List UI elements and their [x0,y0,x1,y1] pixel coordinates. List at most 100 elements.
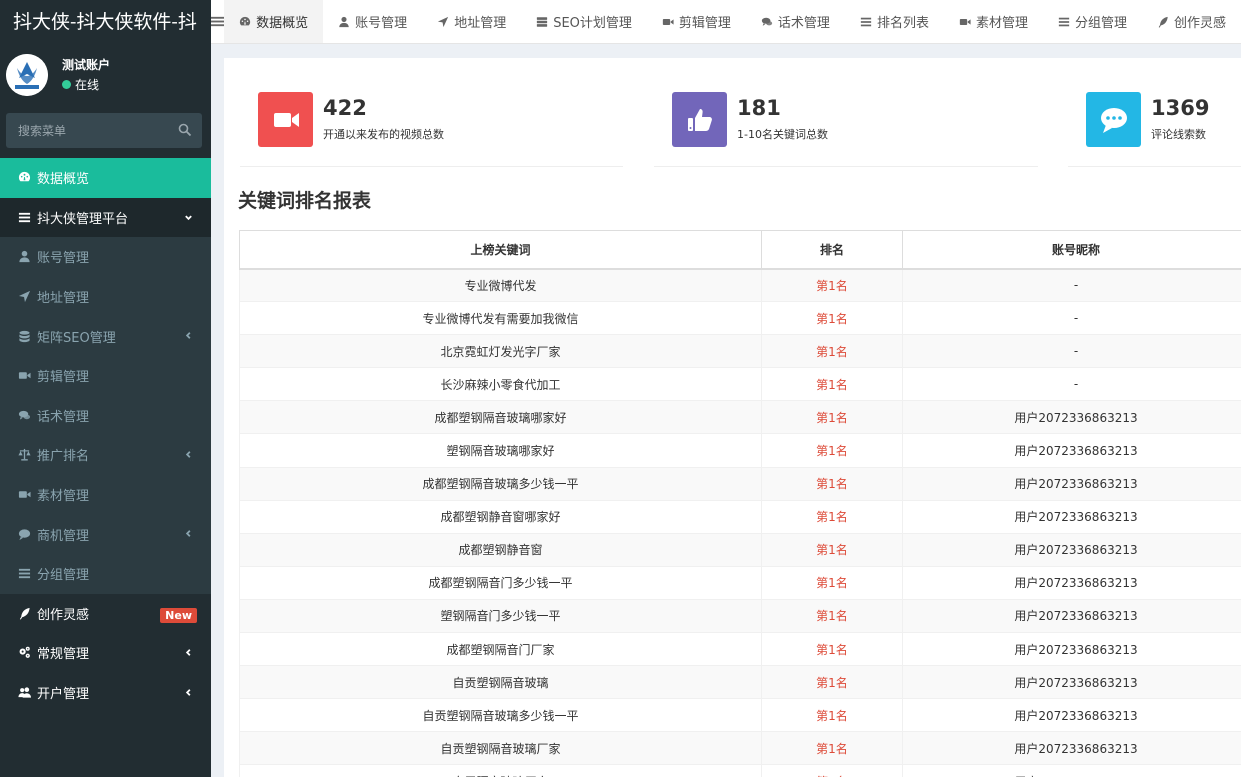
sidebar-item[interactable]: 常规管理 [0,633,211,673]
account-nickname-cell: - [902,267,1241,303]
sidebar-item[interactable]: 商机管理 [0,514,211,554]
column-header[interactable]: 排名 [761,230,903,270]
table-row[interactable]: 专业微博代发有需要加我微信 第1名 - [239,301,1241,336]
rank-cell: 第1名 [761,764,903,777]
table-row[interactable]: 塑钢隔音玻璃哪家好 第1名 用户2072336863213 [239,433,1241,468]
nav-tab[interactable]: 分组管理 [1043,0,1142,43]
account-nickname-cell: 用户2072336863213 [902,665,1241,700]
chevron-left-icon [184,686,193,696]
rank-cell: 第1名 [761,400,903,435]
sidebar-item[interactable]: 数据概览 [0,158,211,198]
nav-tab[interactable]: 创作灵感 [1142,0,1241,43]
column-header[interactable]: 上榜关键词 [239,230,762,270]
table-row[interactable]: 自贡塑钢隔音玻璃多少钱一平 第1名 用户2072336863213 [239,698,1241,733]
nav-tab-label: 账号管理 [355,16,408,31]
dashboard-icon [17,171,31,185]
table-row[interactable]: 成都塑钢隔音玻璃哪家好 第1名 用户2072336863213 [239,400,1241,435]
table-row[interactable]: 自贡塑钢隔音玻璃厂家 第1名 用户2072336863213 [239,731,1241,766]
nav-tab[interactable]: 账号管理 [323,0,422,43]
report-title: 关键词排名报表 [238,190,372,212]
menu-toggle-button[interactable] [211,0,225,43]
chevron-left-icon [184,448,193,458]
nav-tab[interactable]: SEO计划管理 [521,0,647,43]
sidebar-item[interactable]: 矩阵SEO管理 [0,316,211,356]
user-icon [338,16,355,28]
nav-tab[interactable]: 话术管理 [746,0,845,43]
top-nav: 数据概览 账号管理 地址管理 SEO计划管理 剪辑管理 话术管理 排名列表 素材管理 分组管理 创… [211,0,1241,44]
sidebar-item-label: 开户管理 [37,687,90,703]
table-row[interactable]: 成都塑钢静音窗 第1名 用户2072336863213 [239,532,1241,567]
sidebar-item[interactable]: 素材管理 [0,474,211,515]
search-input[interactable] [6,113,166,148]
rank-cell: 第1名 [761,466,903,501]
table-row[interactable]: 专业微博代发 第1名 - [239,267,1241,303]
rank-cell: 第1名 [761,499,903,534]
video-camera-icon [258,92,313,147]
sidebar-item-label: 地址管理 [37,291,90,307]
keyword-cell: 自贡隔音玻璃厂家 [239,764,762,777]
table-row[interactable]: 自贡隔音玻璃厂家第1名用户2072336863213 [239,764,1241,777]
sidebar-item[interactable]: 创作灵感 New [0,594,211,634]
keyword-cell: 成都塑钢静音窗哪家好 [239,499,762,534]
table-row[interactable]: 成都塑钢静音窗哪家好 第1名 用户2072336863213 [239,499,1241,534]
sidebar-item[interactable]: 抖大侠管理平台 [0,197,211,238]
account-nickname-cell: 用户2072336863213 [902,400,1241,435]
table-row[interactable]: 成都塑钢隔音门多少钱一平 第1名 用户2072336863213 [239,565,1241,600]
account-nickname-cell: 用户2072336863213 [902,499,1241,534]
sidebar-item[interactable]: 剪辑管理 [0,355,211,396]
new-badge: New [160,607,197,623]
search-icon[interactable] [178,123,192,137]
table-row[interactable]: 塑钢隔音门多少钱一平 第1名 用户2072336863213 [239,598,1241,634]
sidebar-item[interactable]: 开户管理 [0,673,211,713]
keyword-rank-table: 上榜关键词 排名 账号昵称 专业微博代发 第1名 - 专业微博代发有需要加我微信 第1名 - 北… [239,230,1241,777]
rank-cell: 第1名 [761,301,903,336]
stat-value: 422 [323,96,367,120]
column-header[interactable]: 账号昵称 [902,230,1241,270]
nav-tab-label: 数据概览 [256,16,309,31]
nav-tab-label: 创作灵感 [1173,16,1226,31]
location-arrow-icon [437,16,454,28]
cogs-icon [17,646,31,660]
feather-icon [1157,16,1174,28]
account-nickname-cell: 用户2072336863213 [902,532,1241,567]
keyword-cell: 自贡塑钢隔音玻璃多少钱一平 [239,698,762,733]
video-icon [662,16,679,28]
account-nickname-cell: 用户2072336863213 [902,466,1241,501]
nav-tab[interactable]: 地址管理 [422,0,521,43]
stat-value: 181 [737,96,781,120]
sidebar-item[interactable]: 分组管理 [0,553,211,594]
nav-tab-label: 地址管理 [454,16,507,31]
sidebar-item[interactable]: 地址管理 [0,276,211,317]
stat-card: 1369 评论线索数 [1086,92,1236,148]
sidebar-item[interactable]: 推广排名 [0,435,211,475]
avatar[interactable] [6,54,48,96]
sidebar-item[interactable]: 话术管理 [0,395,211,436]
nav-tab[interactable]: 素材管理 [944,0,1043,43]
table-row[interactable]: 北京霓虹灯发光字厂家 第1名 - [239,334,1241,369]
thumbs-up-icon [672,92,727,147]
divider [240,166,623,167]
brand-title[interactable]: 抖大侠-抖大侠软件-抖 [0,0,211,44]
keyword-cell: 自贡塑钢隔音玻璃厂家 [239,731,762,766]
sidebar-item-label: 剪辑管理 [37,370,90,386]
table-row[interactable]: 成都塑钢隔音门厂家 第1名 用户2072336863213 [239,632,1241,667]
nav-tab[interactable]: 剪辑管理 [647,0,746,43]
sidebar-item[interactable]: 账号管理 [0,237,211,277]
keyword-cell: 成都塑钢隔音玻璃哪家好 [239,400,762,435]
table-header-row: 上榜关键词 排名 账号昵称 [239,230,1241,270]
account-nickname-cell: 用户2072336863213 [902,731,1241,766]
comments-icon [17,408,31,422]
rank-cell: 第1名 [761,665,903,700]
table-row[interactable]: 自贡塑钢隔音玻璃 第1名 用户2072336863213 [239,665,1241,700]
keyword-cell: 塑钢隔音玻璃哪家好 [239,433,762,468]
keyword-cell: 成都塑钢静音窗 [239,532,762,567]
nav-tab[interactable]: 排名列表 [845,0,944,43]
table-row[interactable]: 成都塑钢隔音玻璃多少钱一平 第1名 用户2072336863213 [239,466,1241,501]
server-icon [536,16,553,28]
divider [1068,166,1241,167]
user-status: 在线 [62,76,99,93]
nav-tab[interactable]: 数据概览 [224,0,324,43]
table-row[interactable]: 长沙麻辣小零食代加工 第1名 - [239,367,1241,402]
table-body: 专业微博代发 第1名 - 专业微博代发有需要加我微信 第1名 - 北京霓虹灯发光字厂家 第1名… [239,267,1241,777]
user-panel: 测试账户 在线 [0,52,211,108]
